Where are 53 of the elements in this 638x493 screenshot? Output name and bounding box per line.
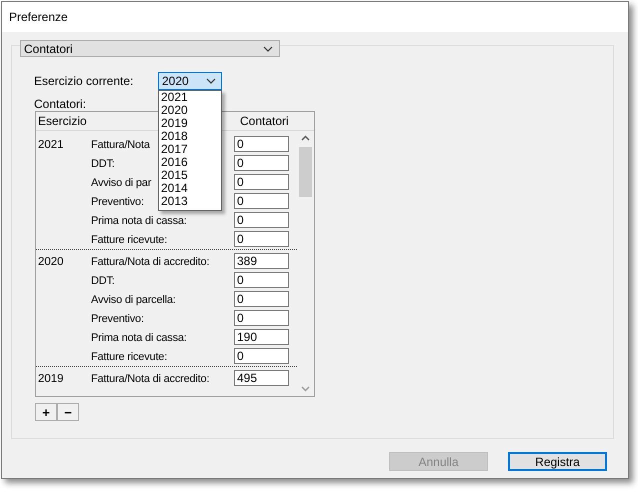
counter-field[interactable]: 495 <box>234 370 289 386</box>
section-dropdown[interactable]: Contatori <box>20 40 280 57</box>
chevron-down-icon <box>263 46 273 52</box>
year-cell: 2019 <box>38 372 64 384</box>
year-dropdown[interactable]: 2020 <box>158 72 222 90</box>
counter-field[interactable]: 0 <box>234 154 289 170</box>
year-option[interactable]: 2018 <box>161 130 221 143</box>
counter-field[interactable]: 0 <box>234 348 289 364</box>
counter-field[interactable]: 0 <box>234 310 289 326</box>
counter-label: Preventivo: <box>91 312 144 324</box>
counter-label: Preventivo: <box>91 196 144 208</box>
year-option[interactable]: 2013 <box>161 195 221 208</box>
counter-field[interactable]: 0 <box>234 272 289 288</box>
counter-field[interactable]: 0 <box>234 230 289 246</box>
scrollbar-thumb[interactable] <box>299 147 312 197</box>
counters-label: Contatori: <box>34 97 86 111</box>
add-button[interactable]: + <box>35 403 57 421</box>
counter-label: Prima nota di cassa: <box>91 214 187 226</box>
counter-label: Fattura/Nota di accredito: <box>91 256 210 268</box>
counter-field[interactable]: 0 <box>234 136 289 152</box>
counter-field[interactable]: 0 <box>234 212 289 228</box>
remove-button[interactable]: − <box>57 403 79 421</box>
year-dropdown-value: 2020 <box>162 74 189 88</box>
counter-label: Prima nota di cassa: <box>91 332 187 344</box>
year-cell: 2021 <box>38 138 64 150</box>
counter-label: Avviso di parcella: <box>91 294 176 306</box>
counter-field[interactable]: 0 <box>234 192 289 208</box>
counter-label: Fatture ricevute: <box>91 234 168 246</box>
year-option[interactable]: 2021 <box>161 91 221 104</box>
counter-label: Fatture ricevute: <box>91 350 168 362</box>
window-title: Preferenze <box>9 10 68 24</box>
counter-label: Fattura/Nota <box>91 138 150 150</box>
counter-field[interactable]: 0 <box>234 174 289 190</box>
year-option[interactable]: 2016 <box>161 156 221 169</box>
counter-field[interactable]: 389 <box>234 252 289 268</box>
counter-label: Avviso di par <box>91 176 152 188</box>
section-dropdown-value: Contatori <box>24 42 73 56</box>
column-header: Esercizio <box>38 114 87 128</box>
year-cell: 2020 <box>38 256 64 268</box>
save-button[interactable]: Registra <box>508 452 607 471</box>
counter-label: Fattura/Nota di accredito: <box>91 372 210 384</box>
chevron-down-icon <box>206 78 216 84</box>
year-option[interactable]: 2017 <box>161 143 221 156</box>
counter-field[interactable]: 190 <box>234 328 289 344</box>
year-option[interactable]: 2014 <box>161 182 221 195</box>
counter-label: DDT: <box>91 158 115 170</box>
current-year-label: Esercizio corrente: <box>34 74 134 88</box>
year-option[interactable]: 2019 <box>161 117 221 130</box>
column-header: Contatori <box>240 114 289 128</box>
counter-label: DDT: <box>91 274 115 286</box>
year-option[interactable]: 2015 <box>161 169 221 182</box>
counter-field[interactable]: 0 <box>234 290 289 306</box>
year-option[interactable]: 2020 <box>161 104 221 117</box>
